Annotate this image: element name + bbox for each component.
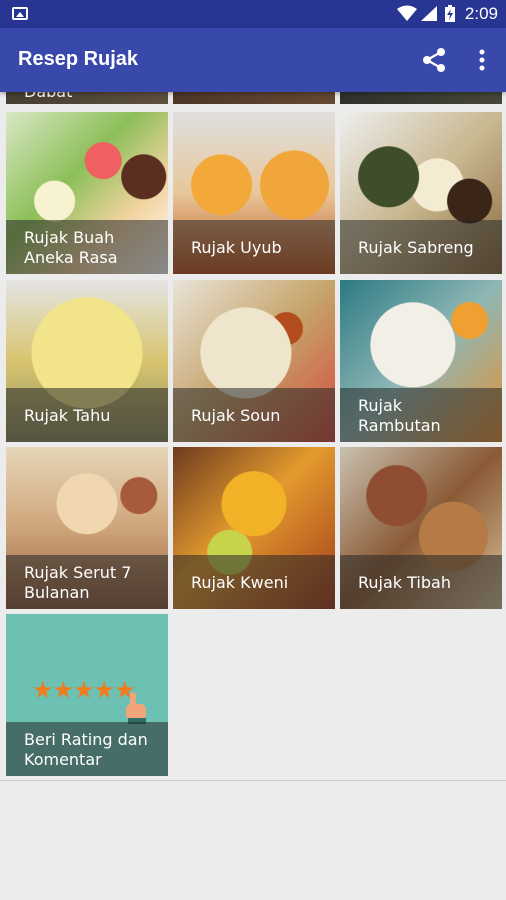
recipe-tile[interactable]: Rujak Sabreng: [340, 112, 502, 274]
recipe-title: Rujak Soun: [191, 406, 281, 425]
status-time: 2:09: [464, 4, 498, 23]
status-bar: 2:09: [0, 0, 506, 28]
recipe-title: Rujak Tibah: [358, 573, 451, 592]
list-end-divider: [0, 780, 506, 781]
recipe-title: Rujak Sabreng: [358, 238, 474, 257]
partial-tile[interactable]: [340, 92, 502, 104]
recipe-title: Rujak Buah Aneka Rasa: [24, 228, 118, 267]
recipe-title: Rujak Tahu: [24, 406, 111, 425]
image-icon: [12, 7, 28, 20]
share-icon[interactable]: [420, 46, 448, 74]
recipe-tile[interactable]: Rujak Kweni: [173, 447, 335, 609]
wifi-icon: [397, 5, 417, 21]
more-vert-icon[interactable]: [470, 46, 494, 74]
recipe-tile[interactable]: Rujak Tibah: [340, 447, 502, 609]
rating-stars-icon: ★★★★★: [32, 676, 136, 704]
recipe-tile[interactable]: Rujak Tahu: [6, 280, 168, 442]
recipe-tile[interactable]: Rujak Uyub: [173, 112, 335, 274]
recipe-title: Rujak Rambutan: [358, 396, 441, 435]
partial-label: Dabat: [24, 92, 72, 101]
partial-tile[interactable]: [173, 92, 335, 104]
recipe-tile[interactable]: Rujak Soun: [173, 280, 335, 442]
signal-icon: [421, 6, 437, 21]
recipe-title: Rujak Serut 7 Bulanan: [24, 563, 132, 602]
rating-title: Beri Rating dan Komentar: [24, 730, 148, 769]
pointing-hand-icon: [126, 692, 146, 724]
partial-tile[interactable]: Dabat: [6, 92, 168, 104]
recipe-tile[interactable]: Rujak Serut 7 Bulanan: [6, 447, 168, 609]
battery-charging-icon: [445, 5, 455, 22]
app-title: Resep Rujak: [18, 48, 139, 70]
app-bar: Resep Rujak: [0, 28, 506, 92]
recipe-title: Rujak Kweni: [191, 573, 289, 592]
rating-tile[interactable]: ★★★★★ Beri Rating dan Komentar: [6, 614, 168, 776]
recipe-tile[interactable]: Rujak Rambutan: [340, 280, 502, 442]
recipe-title: Rujak Uyub: [191, 238, 282, 257]
recipe-tile[interactable]: Rujak Buah Aneka Rasa: [6, 112, 168, 274]
